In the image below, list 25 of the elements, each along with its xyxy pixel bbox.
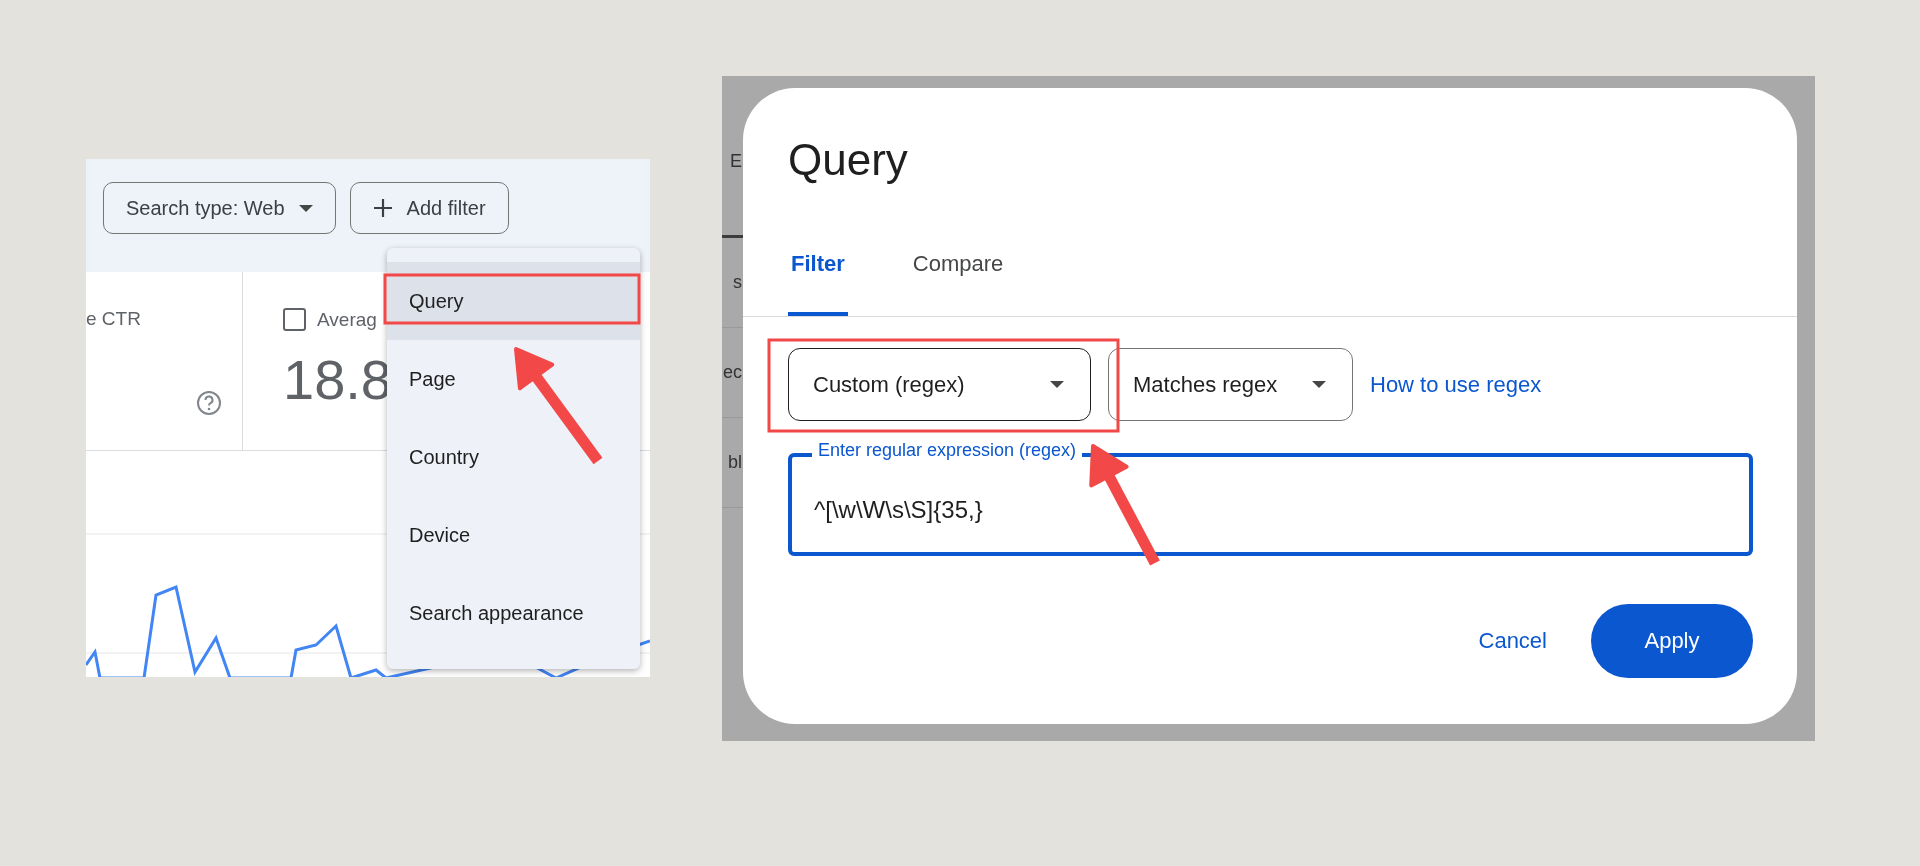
checkbox[interactable] bbox=[283, 308, 306, 331]
table-text: E bbox=[730, 151, 742, 172]
match-type-dropdown[interactable]: Custom (regex) bbox=[788, 348, 1091, 421]
metric-label: e CTR bbox=[86, 308, 142, 330]
plus-icon bbox=[372, 198, 393, 218]
caret-icon bbox=[1050, 381, 1064, 388]
table-text: s bbox=[733, 272, 742, 293]
menu-item[interactable]: Device bbox=[387, 496, 640, 574]
menu-item[interactable]: Country bbox=[387, 418, 640, 496]
metric-label: Averag bbox=[317, 308, 377, 331]
table-text: ec bbox=[723, 362, 742, 383]
tab[interactable]: Filter bbox=[788, 216, 848, 316]
apply-button[interactable]: Apply bbox=[1591, 604, 1753, 678]
menu-item[interactable]: Search appearance bbox=[387, 574, 640, 652]
search-type-dropdown[interactable]: Search type: Web bbox=[103, 182, 336, 234]
add-filter-button[interactable]: Add filter bbox=[349, 182, 509, 234]
tab[interactable]: Compare bbox=[909, 216, 1007, 316]
caret-icon bbox=[298, 204, 313, 212]
caret-icon bbox=[1312, 381, 1326, 388]
help-icon bbox=[196, 390, 222, 416]
cancel-button[interactable]: Cancel bbox=[1474, 622, 1551, 660]
help-link[interactable]: How to use regex bbox=[1370, 371, 1542, 398]
table-text: bl bbox=[728, 452, 742, 473]
operator-dropdown[interactable]: Matches regex bbox=[1108, 348, 1353, 421]
dialog-title: Query bbox=[788, 134, 909, 186]
